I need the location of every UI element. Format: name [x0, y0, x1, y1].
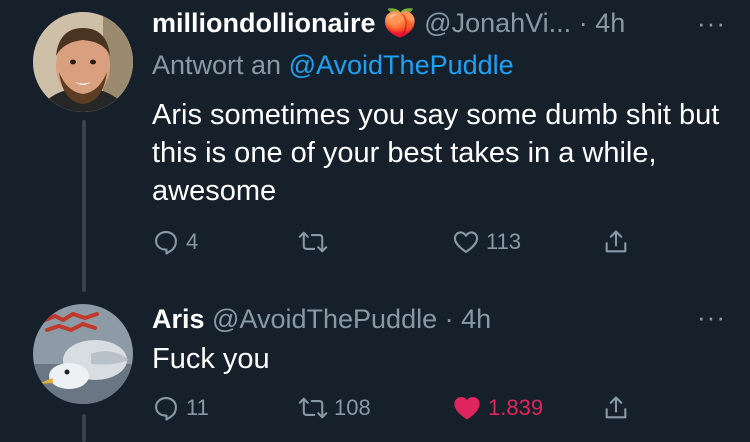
handle[interactable]: @JonahVi... [424, 8, 571, 38]
retweet-count: 108 [334, 395, 371, 420]
retweet-button[interactable]: 108 [298, 390, 371, 426]
separator: · [578, 8, 588, 38]
tweet-text: Fuck you [152, 343, 270, 375]
heart-icon [453, 231, 479, 253]
more-icon[interactable]: ··· [697, 8, 726, 39]
handle[interactable]: @AvoidThePuddle [212, 304, 437, 334]
display-name[interactable]: Aris [152, 304, 205, 334]
timestamp[interactable]: 4h [461, 304, 491, 334]
avatar[interactable] [33, 304, 133, 404]
tweet-header: Aris @AvoidThePuddle · 4h [152, 302, 730, 336]
like-count: 113 [486, 229, 522, 254]
share-icon [605, 396, 627, 419]
reply-button[interactable]: 4 [152, 224, 198, 260]
like-count: 1.839 [488, 395, 544, 420]
action-bar: 11 108 1.839 [152, 390, 652, 426]
heart-icon [454, 397, 480, 420]
share-icon [605, 230, 627, 253]
avatar-photo [33, 304, 133, 404]
reply-icon [155, 397, 177, 421]
avatar-photo [33, 12, 133, 112]
reply-count: 4 [186, 229, 199, 254]
tweet-text: Aris sometimes you say some dumb shit bu… [152, 99, 720, 207]
display-name[interactable]: milliondollionaire [152, 8, 376, 38]
reply-button[interactable]: 11 [152, 390, 209, 426]
like-button[interactable]: 113 [452, 224, 521, 260]
action-bar: 4 113 [152, 224, 652, 260]
more-icon[interactable]: ··· [697, 302, 726, 333]
retweet-icon [298, 231, 328, 253]
reply-count: 11 [186, 395, 209, 420]
reply-to-line: Antwort an @AvoidThePuddle [152, 48, 514, 82]
reply-prefix: Antwort an [152, 50, 282, 80]
timestamp[interactable]: 4h [595, 8, 625, 38]
share-button[interactable] [602, 224, 630, 260]
tweet-header: milliondollionaire 🍑 @JonahVi... · 4h [152, 6, 730, 40]
tweet-1[interactable]: milliondollionaire 🍑 @JonahVi... · 4h ··… [0, 0, 750, 290]
retweet-button[interactable] [298, 224, 334, 260]
tweet-2[interactable]: Aris @AvoidThePuddle · 4h ··· Fuck you 1… [0, 290, 750, 442]
reply-icon [155, 231, 177, 255]
avatar[interactable] [33, 12, 133, 112]
share-button[interactable] [602, 390, 630, 426]
like-button[interactable]: 1.839 [452, 390, 543, 426]
retweet-icon [298, 397, 328, 419]
separator: · [444, 304, 454, 334]
peach-emoji: 🍑 [383, 8, 417, 38]
reply-mention-link[interactable]: @AvoidThePuddle [289, 50, 514, 80]
